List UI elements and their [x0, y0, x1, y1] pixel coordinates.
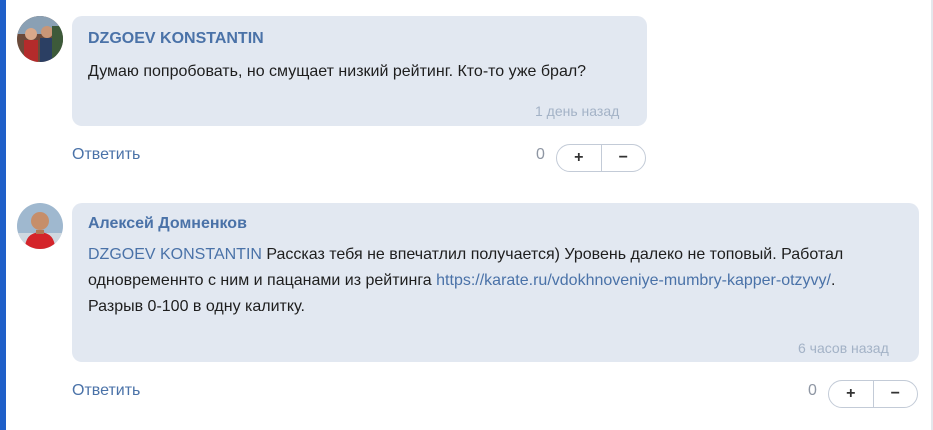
- avatar-image: [17, 203, 63, 249]
- vote-count: 0: [808, 382, 817, 399]
- user-mention[interactable]: DZGOEV KONSTANTIN: [88, 246, 262, 263]
- downvote-button[interactable]: −: [874, 381, 918, 407]
- comments-page: DZGOEV KONSTANTIN Думаю попробовать, но …: [0, 0, 933, 430]
- avatar-image: [17, 16, 63, 62]
- comment-time: 1 день назад: [535, 103, 620, 119]
- comment-link[interactable]: https://karate.ru/vdokhnoveniye-mumbry-k…: [436, 272, 831, 289]
- vote-buttons: + −: [828, 380, 918, 408]
- vote-buttons: + −: [556, 144, 646, 172]
- left-accent-bar: [0, 0, 6, 430]
- comment-author[interactable]: DZGOEV KONSTANTIN: [88, 30, 264, 48]
- upvote-button[interactable]: +: [557, 145, 601, 171]
- comment-author[interactable]: Алексей Домненков: [88, 215, 247, 233]
- comment-time: 6 часов назад: [798, 340, 889, 356]
- avatar[interactable]: [17, 16, 63, 62]
- vote-count: 0: [536, 146, 545, 163]
- reply-button[interactable]: Ответить: [72, 146, 140, 164]
- downvote-button[interactable]: −: [602, 145, 646, 171]
- comment-text: DZGOEV KONSTANTIN Рассказ тебя не впечат…: [88, 242, 878, 320]
- upvote-button[interactable]: +: [829, 381, 873, 407]
- avatar[interactable]: [17, 203, 63, 249]
- reply-button[interactable]: Ответить: [72, 382, 140, 400]
- comment-text: Думаю попробовать, но смущает низкий рей…: [88, 63, 587, 80]
